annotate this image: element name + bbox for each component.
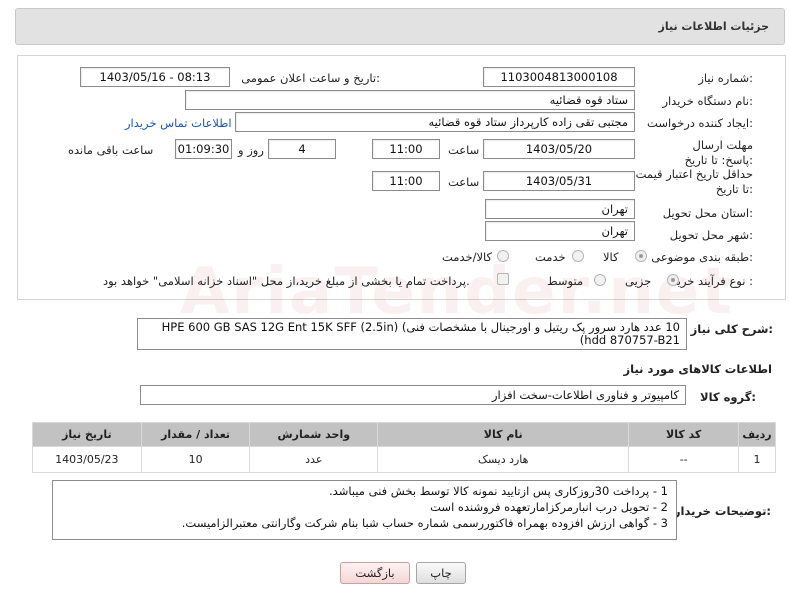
page-header: جزئیات اطلاعات نیاز [15, 8, 785, 45]
col-code: کد کالا [628, 422, 740, 447]
deadline-label: مهلت ارسال پاسخ: تا تاریخ: [684, 138, 753, 167]
goods-group-field: کامپیوتر و فناوری اطلاعات-سخت افزار [140, 385, 686, 405]
col-unit: واحد شمارش [249, 422, 379, 447]
province-label: استان محل تحویل: [662, 206, 753, 220]
goods-group-label: گروه کالا: [700, 390, 756, 404]
announce-datetime-field: 1403/05/16 - 08:13 [80, 67, 230, 87]
cell-code: -- [628, 446, 740, 473]
col-date: تاریخ نیاز [32, 422, 142, 447]
category-option-service: خدمت [535, 250, 566, 264]
buyer-note-line: 3 - گواهی ارزش افزوده بهمراه فاکتوررسمی … [181, 516, 668, 530]
col-qty: تعداد / مقدار [140, 422, 251, 447]
requester-field: مجتبی تقی زاده کارپرداز ستاد قوه قضائیه [235, 112, 635, 132]
category-radio-service[interactable] [572, 250, 584, 262]
validity-date-field: 1403/05/31 [483, 171, 635, 191]
validity-time-label: ساعت [448, 175, 480, 189]
category-radio-goods[interactable] [635, 250, 647, 262]
cell-qty: 10 [140, 446, 251, 473]
process-option-medium: متوسط [547, 274, 584, 288]
need-number-field: 1103004813000108 [483, 67, 635, 87]
validity-label: حداقل تاریخ اعتبار قیمت: تا تاریخ: [631, 167, 753, 196]
buyer-note-line: 2 - تحویل درب انبارمرکزامارتعهده فروشنده… [430, 500, 668, 514]
treasury-payment-note: پرداخت تمام یا بخشی از مبلغ خرید،از محل … [103, 274, 470, 288]
need-description-label: شرح کلی نیاز: [690, 322, 773, 336]
remaining-days-field: 4 [268, 139, 336, 159]
city-field: تهران [485, 221, 635, 241]
treasury-payment-checkbox[interactable] [497, 273, 509, 285]
table-row: 1 -- هارد دیسک عدد 10 1403/05/23 [32, 446, 776, 473]
cell-date: 1403/05/23 [32, 446, 142, 473]
col-name: نام کالا [377, 422, 630, 447]
back-button[interactable]: بازگشت [340, 562, 410, 584]
city-label: شهر محل تحویل: [669, 228, 753, 242]
province-field: تهران [485, 199, 635, 219]
cell-unit: عدد [249, 446, 379, 473]
buyer-notes-label: توضیحات خریدار: [673, 504, 771, 518]
category-radio-both[interactable] [497, 250, 509, 262]
remaining-time-field: 01:09:30 [175, 139, 232, 159]
print-button[interactable]: چاپ [416, 562, 466, 584]
buyer-org-field: ستاد قوه قضائیه [185, 90, 635, 110]
remaining-label: ساعت باقی مانده [68, 143, 154, 157]
process-radio-medium[interactable] [594, 274, 606, 286]
validity-time-field: 11:00 [372, 171, 440, 191]
buyer-org-label: نام دستگاه خریدار: [662, 94, 753, 108]
category-label: طبقه بندی موضوعی: [651, 250, 753, 264]
category-option-both: کالا/خدمت [442, 250, 493, 264]
page-title: جزئیات اطلاعات نیاز [658, 20, 770, 33]
deadline-date-field: 1403/05/20 [483, 139, 635, 159]
process-radio-minor[interactable] [667, 274, 679, 286]
goods-section-title: اطلاعات کالاهای مورد نیاز [623, 362, 772, 376]
buyer-contact-link[interactable]: اطلاعات تماس خریدار [125, 116, 232, 130]
days-label: روز و [238, 143, 264, 157]
cell-row: 1 [738, 446, 776, 473]
goods-table-header: ردیف کد کالا نام کالا واحد شمارش تعداد /… [32, 422, 776, 447]
cell-name: هارد دیسک [377, 446, 630, 473]
process-option-minor: جزیی [625, 274, 652, 288]
category-option-goods: کالا [603, 250, 619, 264]
buyer-note-line: 1 - پرداخت 30روزکاری پس ازتایید نمونه کا… [329, 484, 668, 498]
goods-table: ردیف کد کالا نام کالا واحد شمارش تعداد /… [32, 422, 776, 474]
need-description-field: 10 عدد هارد سرور پک ریتیل و اورجینال با … [137, 318, 687, 350]
deadline-time-field: 11:00 [372, 139, 440, 159]
col-row: ردیف [738, 422, 776, 447]
deadline-time-label: ساعت [448, 143, 480, 157]
process-label: نوع فرآیند خرید : [671, 274, 753, 288]
requester-label: ایجاد کننده درخواست: [647, 116, 753, 130]
buyer-notes-field: 1 - پرداخت 30روزکاری پس ازتایید نمونه کا… [52, 480, 677, 540]
need-number-label: شماره نیاز: [698, 71, 753, 85]
announce-label: تاریخ و ساعت اعلان عمومی: [241, 71, 380, 85]
